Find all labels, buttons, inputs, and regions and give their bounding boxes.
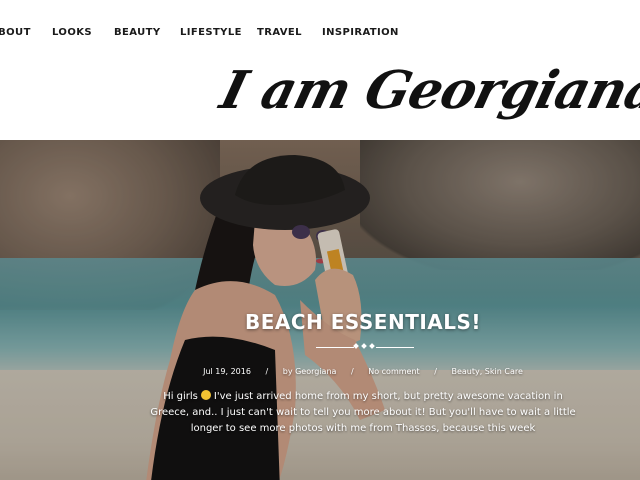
nav-item-about[interactable]: ABOUT [0, 27, 31, 38]
excerpt-body: I've just arrived home from my short, bu… [150, 391, 576, 434]
nav-item-inspiration[interactable]: INSPIRATION [322, 27, 399, 38]
nav-item-lifestyle[interactable]: LIFESTYLE [180, 27, 242, 38]
title-divider-right [376, 347, 414, 348]
excerpt-greeting: Hi girls [163, 391, 198, 402]
meta-separator: / [265, 367, 269, 376]
nav-item-beauty[interactable]: BEAUTY [114, 27, 160, 38]
post-excerpt: Hi girls I've just arrived home from my s… [150, 389, 576, 437]
nav-item-travel[interactable]: TRAVEL [257, 27, 302, 38]
title-divider-left [316, 347, 354, 348]
meta-separator: / [434, 367, 437, 376]
post-author-link[interactable]: by Georgiana [283, 367, 337, 376]
post-categories-link[interactable]: Beauty, Skin Care [451, 367, 522, 376]
smiley-face-icon [200, 390, 211, 400]
site-logo[interactable]: I am Georgiana [212, 52, 640, 130]
meta-separator: / [350, 367, 354, 376]
post-comments-link[interactable]: No comment [368, 367, 419, 376]
nav-item-looks[interactable]: LOOKS [52, 27, 92, 38]
post-date: Jul 19, 2016 [203, 367, 251, 376]
post-meta: Jul 19, 2016 / by Georgiana / No comment… [0, 367, 640, 376]
post-title[interactable]: BEACH ESSENTIALS! [0, 310, 640, 334]
featured-post-hero[interactable]: BEACH ESSENTIALS! Jul 19, 2016 / by Geor… [0, 140, 640, 480]
divider-diamonds-icon [352, 343, 376, 351]
